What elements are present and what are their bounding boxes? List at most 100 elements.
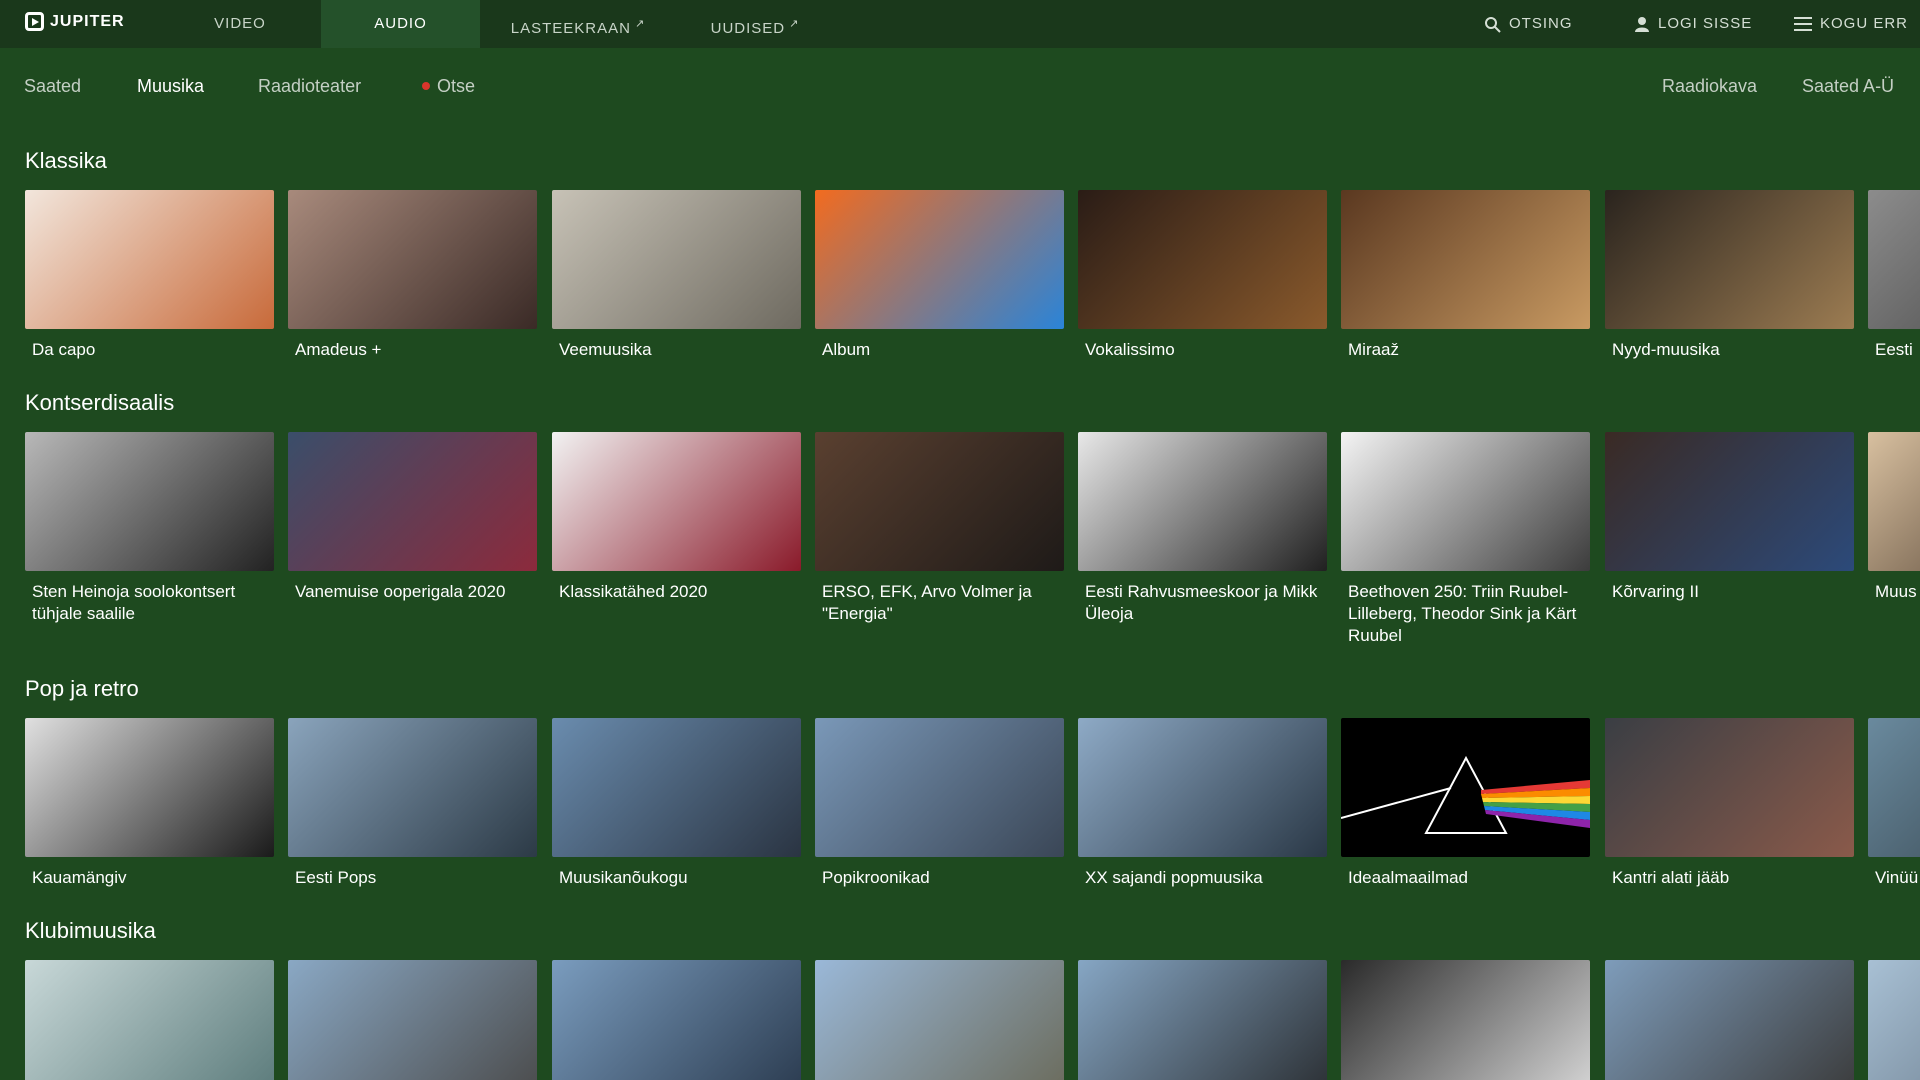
search-button[interactable]: OTSING — [1484, 0, 1573, 48]
section-title: Klassika — [25, 148, 107, 173]
program-thumbnail — [25, 190, 274, 329]
program-thumbnail — [1341, 432, 1590, 571]
external-link-icon: ↗ — [789, 18, 800, 30]
tab-video-label: VIDEO — [214, 15, 266, 32]
program-title: Nyyd-muusika — [1612, 340, 1720, 359]
program-thumbnail — [1868, 718, 1920, 857]
program-card[interactable]: Vokalissimo — [1078, 190, 1327, 361]
program-title: XX sajandi popmuusika — [1085, 868, 1263, 887]
program-card[interactable]: Eesti — [1868, 190, 1920, 361]
program-card[interactable]: Popikroonikad — [815, 718, 1064, 889]
subnav-raadiokava[interactable]: Raadiokava — [1662, 76, 1757, 97]
program-title: Muusikanõukogu — [559, 868, 688, 887]
program-card[interactable] — [1078, 960, 1327, 1080]
program-thumbnail — [1605, 960, 1854, 1080]
search-icon — [1485, 16, 1501, 33]
program-thumbnail — [1605, 432, 1854, 571]
program-thumbnail — [552, 718, 801, 857]
program-title: Album — [822, 340, 871, 359]
program-card[interactable] — [815, 960, 1064, 1080]
subnav-raadioteater[interactable]: Raadioteater — [258, 76, 361, 97]
program-card[interactable]: Kauamängiv — [25, 718, 274, 889]
subnav-saated-a-u[interactable]: Saated A-Ü — [1802, 76, 1894, 97]
program-card[interactable] — [1868, 960, 1920, 1080]
program-title: Muus ja Hu — [1875, 582, 1920, 601]
subnav-muusika[interactable]: Muusika — [137, 76, 204, 97]
tab-uudised[interactable]: UUDISED ↗ — [680, 0, 830, 48]
jupiter-page: JUPITER VIDEO AUDIO LASTEEKRAAN ↗ UUDISED… — [0, 0, 1920, 1080]
program-card[interactable]: ERSO, EFK, Arvo Volmer ja "Energia" — [815, 432, 1064, 625]
program-thumbnail — [815, 432, 1064, 571]
login-label: LOGI SISSE — [1658, 15, 1753, 32]
program-title: Sten Heinoja soolokontsert tühjale saali… — [32, 582, 236, 623]
program-card[interactable]: Kõrvaring II — [1605, 432, 1854, 603]
program-card[interactable]: Beethoven 250: Triin Ruubel-Lilleberg, T… — [1341, 432, 1590, 647]
program-card[interactable] — [1605, 960, 1854, 1080]
program-thumbnail — [552, 190, 801, 329]
program-card[interactable]: Eesti Pops — [288, 718, 537, 889]
program-thumbnail — [1078, 432, 1327, 571]
program-thumbnail — [288, 718, 537, 857]
program-card[interactable]: Ideaalmaailmad — [1341, 718, 1590, 889]
subnav-saated[interactable]: Saated — [24, 76, 81, 97]
tab-audio[interactable]: AUDIO — [321, 0, 480, 48]
program-thumbnail — [1605, 718, 1854, 857]
program-card[interactable]: Vinüü — [1868, 718, 1920, 889]
program-thumbnail — [288, 432, 537, 571]
program-thumbnail — [1078, 190, 1327, 329]
program-title: Beethoven 250: Triin Ruubel-Lilleberg, T… — [1348, 582, 1577, 645]
logo-text: JUPITER — [50, 12, 125, 30]
program-title: Miraaž — [1348, 340, 1400, 359]
program-title: Da capo — [32, 340, 96, 359]
live-indicator-icon — [422, 82, 430, 90]
program-card[interactable] — [1341, 960, 1590, 1080]
program-thumbnail — [552, 960, 801, 1080]
program-thumbnail — [815, 718, 1064, 857]
program-card[interactable]: Eesti Rahvusmeeskoor ja Mikk Üleoja — [1078, 432, 1327, 625]
menu-button[interactable]: KOGU ERR — [1794, 0, 1908, 48]
program-card[interactable]: Miraaž — [1341, 190, 1590, 361]
program-title: Popikroonikad — [822, 868, 930, 887]
program-title: Vokalissimo — [1085, 340, 1175, 359]
section-title: Kontserdisaalis — [25, 390, 175, 415]
login-button[interactable]: LOGI SISSE — [1634, 0, 1752, 48]
program-title: Eesti Pops — [295, 868, 377, 887]
top-navigation: JUPITER VIDEO AUDIO LASTEEKRAAN ↗ UUDISED… — [0, 0, 1920, 48]
program-card[interactable]: Klassikatähed 2020 — [552, 432, 801, 603]
program-card[interactable]: XX sajandi popmuusika — [1078, 718, 1327, 889]
program-thumbnail — [25, 960, 274, 1080]
program-thumbnail — [815, 190, 1064, 329]
program-thumbnail — [1341, 960, 1590, 1080]
program-card[interactable]: Muusikanõukogu — [552, 718, 801, 889]
program-card[interactable]: Vanemuise ooperigala 2020 — [288, 432, 537, 603]
program-card[interactable]: Da capo — [25, 190, 274, 361]
program-card[interactable]: Muus ja Hu — [1868, 432, 1920, 603]
program-card[interactable]: Sten Heinoja soolokontsert tühjale saali… — [25, 432, 274, 625]
tab-audio-label: AUDIO — [374, 15, 427, 32]
program-card[interactable]: Veemuusika — [552, 190, 801, 361]
program-card[interactable]: Nyyd-muusika — [1605, 190, 1854, 361]
program-card[interactable]: Amadeus + — [288, 190, 537, 361]
program-card[interactable]: Album — [815, 190, 1064, 361]
program-thumbnail — [1341, 190, 1590, 329]
tab-lasteekraan[interactable]: LASTEEKRAAN ↗ — [488, 0, 668, 48]
program-thumbnail — [1868, 960, 1920, 1080]
program-thumbnail — [25, 718, 274, 857]
program-card[interactable] — [288, 960, 537, 1080]
program-title: Veemuusika — [559, 340, 652, 359]
jupiter-logo[interactable]: JUPITER — [25, 12, 125, 31]
program-thumbnail — [1868, 190, 1920, 329]
hamburger-menu-icon — [1794, 17, 1812, 31]
program-title: Vinüü — [1875, 868, 1919, 887]
program-thumbnail — [288, 190, 537, 329]
subnav-otse[interactable]: Otse — [422, 76, 475, 97]
search-label: OTSING — [1509, 15, 1573, 32]
program-card[interactable] — [25, 960, 274, 1080]
program-card[interactable] — [552, 960, 801, 1080]
user-icon — [1635, 17, 1649, 32]
program-card[interactable]: Kantri alati jääb — [1605, 718, 1854, 889]
section-title: Pop ja retro — [25, 676, 139, 701]
section-title: Klubimuusika — [25, 918, 156, 943]
tab-video[interactable]: VIDEO — [175, 0, 305, 48]
tab-uudised-label: UUDISED — [710, 20, 786, 37]
